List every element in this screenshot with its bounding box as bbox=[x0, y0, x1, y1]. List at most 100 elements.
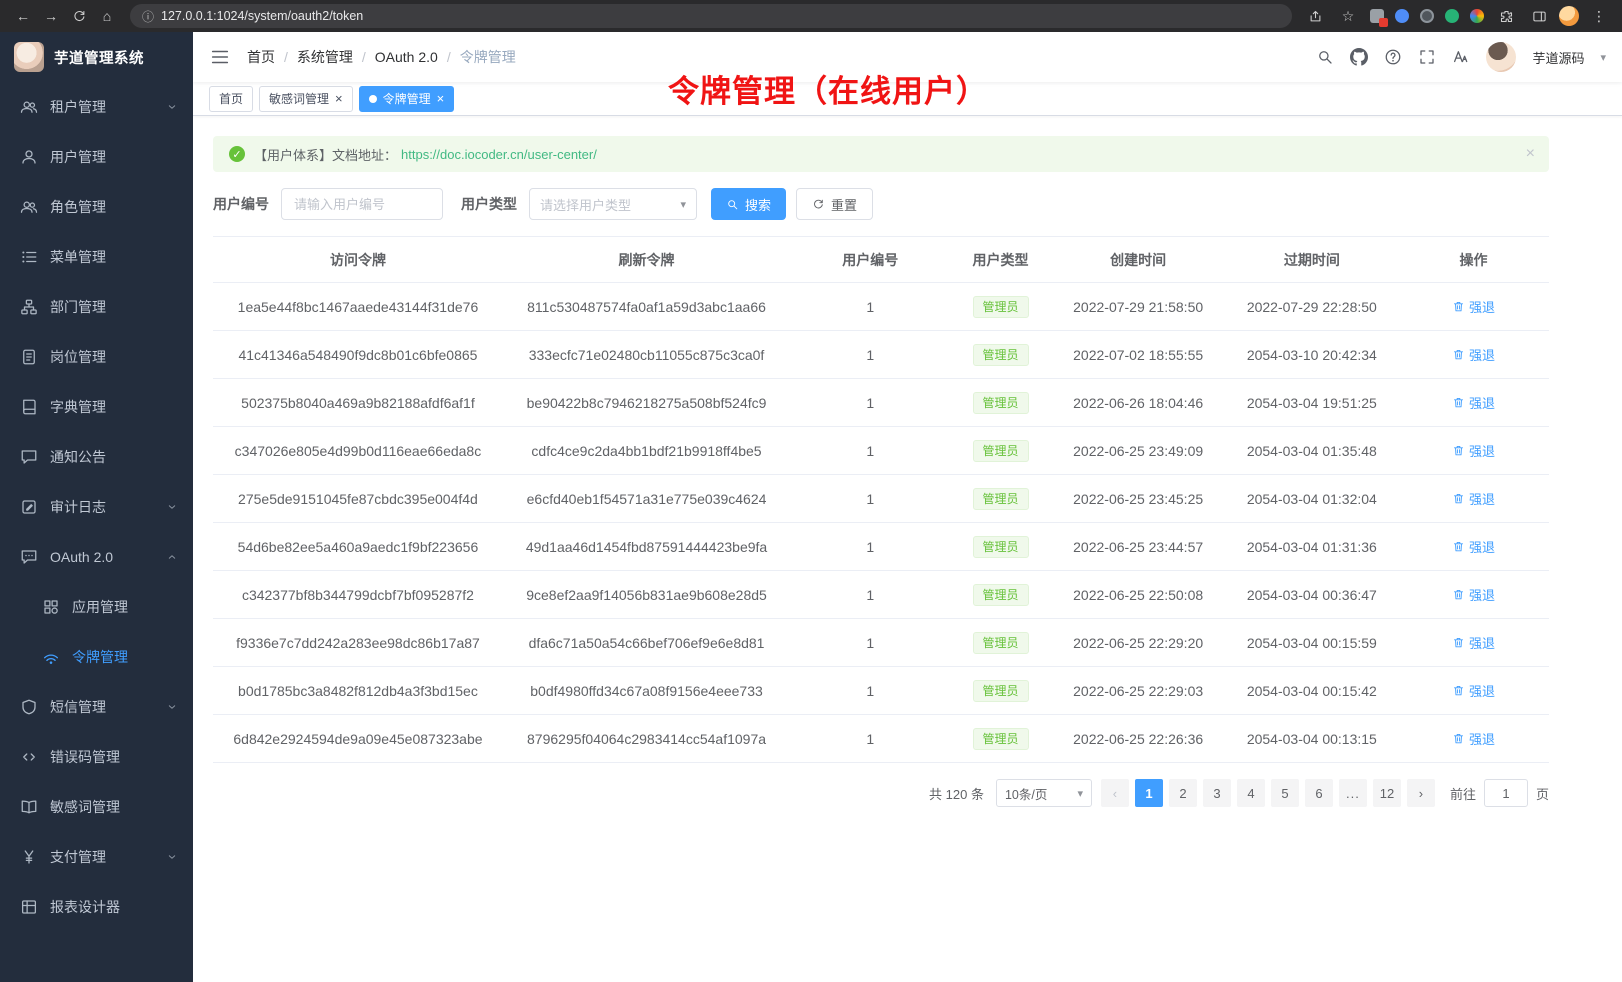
force-logout-label: 强退 bbox=[1469, 729, 1495, 748]
next-page-button[interactable]: › bbox=[1407, 779, 1435, 807]
page-button-3[interactable]: 3 bbox=[1203, 779, 1231, 807]
force-logout-button[interactable]: 强退 bbox=[1452, 345, 1495, 364]
menu-icon bbox=[20, 248, 38, 266]
tab-sensitive-word[interactable]: 敏感词管理 × bbox=[259, 86, 353, 112]
sidebar-item-error-code[interactable]: 错误码管理 bbox=[0, 732, 193, 782]
user-name[interactable]: 芋道源码 bbox=[1532, 48, 1584, 67]
tab-close-icon[interactable]: × bbox=[335, 92, 343, 105]
sidebar-item-oauth2[interactable]: OAuth 2.0 bbox=[0, 532, 193, 582]
page-size-select[interactable]: 10条/页 ▾ bbox=[996, 779, 1092, 807]
user-id-cell: 1 bbox=[790, 619, 950, 667]
bookmark-star-icon[interactable]: ☆ bbox=[1335, 4, 1361, 28]
caret-down-icon[interactable]: ▾ bbox=[1600, 51, 1606, 64]
delete-icon bbox=[1452, 636, 1465, 649]
refresh-token-cell: 333ecfc71e02480cb11055c875c3ca0f bbox=[503, 331, 790, 379]
tab-home[interactable]: 首页 bbox=[209, 86, 253, 112]
font-size-icon[interactable] bbox=[1452, 48, 1470, 66]
force-logout-button[interactable]: 强退 bbox=[1452, 729, 1495, 748]
sidebar-item-audit-log[interactable]: 审计日志 bbox=[0, 482, 193, 532]
force-logout-button[interactable]: 强退 bbox=[1452, 633, 1495, 652]
sidebar-item-tenant[interactable]: 租户管理 bbox=[0, 82, 193, 132]
fullscreen-icon[interactable] bbox=[1418, 48, 1436, 66]
reset-button[interactable]: 重置 bbox=[796, 188, 873, 220]
breadcrumb-separator: / bbox=[362, 49, 366, 65]
sidebar-item-label: 用户管理 bbox=[50, 147, 106, 167]
browser-menu-icon[interactable]: ⋮ bbox=[1586, 4, 1612, 28]
sidebar-item-user[interactable]: 用户管理 bbox=[0, 132, 193, 182]
force-logout-button[interactable]: 强退 bbox=[1452, 297, 1495, 316]
page-button-12[interactable]: 12 bbox=[1373, 779, 1401, 807]
side-panel-icon[interactable] bbox=[1526, 4, 1552, 28]
user-avatar[interactable] bbox=[1486, 42, 1516, 72]
force-logout-button[interactable]: 强退 bbox=[1452, 537, 1495, 556]
extensions-puzzle-icon[interactable] bbox=[1493, 4, 1519, 28]
extension-icon-3[interactable] bbox=[1418, 7, 1436, 25]
breadcrumb-item[interactable]: OAuth 2.0 bbox=[375, 49, 438, 65]
alert-close-icon[interactable]: × bbox=[1526, 145, 1535, 163]
address-bar[interactable]: ⓘ 127.0.0.1:1024/system/oauth2/token bbox=[130, 4, 1292, 28]
back-button[interactable]: ← bbox=[10, 4, 36, 28]
reload-button[interactable] bbox=[66, 4, 92, 28]
refresh-token-cell: dfa6c71a50a54c66bef706ef9e6e8d81 bbox=[503, 619, 790, 667]
sidebar-item-pay[interactable]: 支付管理 bbox=[0, 832, 193, 882]
sidebar-item-dept[interactable]: 部门管理 bbox=[0, 282, 193, 332]
force-logout-label: 强退 bbox=[1469, 441, 1495, 460]
alert-doc-link[interactable]: https://doc.iocoder.cn/user-center/ bbox=[401, 147, 597, 162]
forward-button[interactable]: → bbox=[38, 4, 64, 28]
sidebar-item-sensitive-word[interactable]: 敏感词管理 bbox=[0, 782, 193, 832]
app-title: 芋道管理系统 bbox=[54, 47, 144, 68]
site-info-icon[interactable]: ⓘ bbox=[142, 8, 154, 25]
sms-icon bbox=[20, 698, 38, 716]
tab-oauth2-token[interactable]: 令牌管理 × bbox=[359, 86, 455, 112]
navbar-right: 芋道源码 ▾ bbox=[1316, 42, 1606, 72]
sidebar-item-oauth2-application[interactable]: 应用管理 bbox=[0, 582, 193, 632]
force-logout-button[interactable]: 强退 bbox=[1452, 681, 1495, 700]
sidebar-item-role[interactable]: 角色管理 bbox=[0, 182, 193, 232]
tab-close-icon[interactable]: × bbox=[437, 92, 445, 105]
extension-icon-1[interactable] bbox=[1368, 7, 1386, 25]
page-ellipsis[interactable]: ... bbox=[1339, 779, 1367, 807]
extension-icon-5[interactable] bbox=[1468, 7, 1486, 25]
app-logo[interactable]: 芋道管理系统 bbox=[0, 32, 193, 82]
page-button-6[interactable]: 6 bbox=[1305, 779, 1333, 807]
sidebar-item-dict[interactable]: 字典管理 bbox=[0, 382, 193, 432]
github-icon[interactable] bbox=[1350, 48, 1368, 66]
user-id-input[interactable] bbox=[281, 188, 443, 220]
force-logout-button[interactable]: 强退 bbox=[1452, 489, 1495, 508]
sidebar-item-report-designer[interactable]: 报表设计器 bbox=[0, 882, 193, 932]
collapse-menu-icon[interactable] bbox=[209, 46, 231, 68]
prev-page-button[interactable]: ‹ bbox=[1101, 779, 1129, 807]
search-icon[interactable] bbox=[1316, 48, 1334, 66]
share-icon[interactable] bbox=[1302, 4, 1328, 28]
page-button-5[interactable]: 5 bbox=[1271, 779, 1299, 807]
sidebar-item-oauth2-token[interactable]: 令牌管理 bbox=[0, 632, 193, 682]
pagination-goto-input[interactable] bbox=[1484, 779, 1528, 807]
sidebar-item-label: 租户管理 bbox=[50, 97, 106, 117]
access-token-cell: 54d6be82ee5a460a9aedc1f9bf223656 bbox=[213, 523, 503, 571]
page-button-2[interactable]: 2 bbox=[1169, 779, 1197, 807]
user-type-select[interactable]: 请选择用户类型 ▾ bbox=[529, 188, 697, 220]
column-header: 刷新令牌 bbox=[503, 237, 790, 283]
sidebar-item-menu[interactable]: 菜单管理 bbox=[0, 232, 193, 282]
force-logout-button[interactable]: 强退 bbox=[1452, 441, 1495, 460]
search-button[interactable]: 搜索 bbox=[711, 188, 786, 220]
sidebar-item-notice[interactable]: 通知公告 bbox=[0, 432, 193, 482]
sidebar-item-post[interactable]: 岗位管理 bbox=[0, 332, 193, 382]
sidebar-menu: 租户管理 用户管理 角色管理 菜单管理 部门管理 岗位管理 字典管理 通知公告 … bbox=[0, 82, 193, 932]
help-icon[interactable] bbox=[1384, 48, 1402, 66]
sidebar-item-sms[interactable]: 短信管理 bbox=[0, 682, 193, 732]
page-button-4[interactable]: 4 bbox=[1237, 779, 1265, 807]
page-button-1[interactable]: 1 bbox=[1135, 779, 1163, 807]
home-button[interactable]: ⌂ bbox=[94, 4, 120, 28]
force-logout-button[interactable]: 强退 bbox=[1452, 393, 1495, 412]
created-time-cell: 2022-06-25 22:29:20 bbox=[1051, 619, 1226, 667]
breadcrumb-item[interactable]: 首页 bbox=[247, 47, 275, 67]
user-id-cell: 1 bbox=[790, 283, 950, 331]
table-row: 54d6be82ee5a460a9aedc1f9bf223656 49d1aa4… bbox=[213, 523, 1549, 571]
breadcrumb-item[interactable]: 系统管理 bbox=[297, 47, 353, 67]
extension-icon-2[interactable] bbox=[1393, 7, 1411, 25]
browser-profile-avatar[interactable] bbox=[1559, 6, 1579, 26]
expire-time-cell: 2054-03-04 01:35:48 bbox=[1226, 427, 1398, 475]
force-logout-button[interactable]: 强退 bbox=[1452, 585, 1495, 604]
extension-icon-4[interactable] bbox=[1443, 7, 1461, 25]
